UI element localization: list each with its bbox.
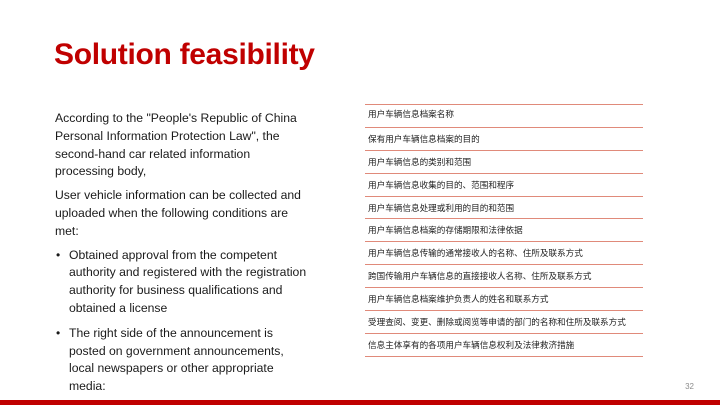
table-row: 跨国传输用户车辆信息的直接接收人名称、住所及联系方式 [365,265,643,289]
slide: Solution feasibility According to the "P… [0,0,720,405]
bottom-accent-bar [0,400,720,405]
table-row: 用户车辆信息档案的存储期限和法律依据 [365,219,643,243]
page-number: 32 [685,382,694,391]
info-table: 用户车辆信息档案名称 保有用户车辆信息档案的目的 用户车辆信息的类别和范围 用户… [365,104,643,357]
slide-title: Solution feasibility [54,38,315,71]
table-row: 用户车辆信息的类别和范围 [365,151,643,174]
table-row: 受理查阅、变更、删除或阅览等申请的部门的名称和住所及联系方式 [365,311,643,334]
table-row: 用户车辆信息档案名称 [365,105,643,128]
body-text: According to the "People's Republic of C… [55,110,310,403]
table-row: 用户车辆信息传输的通常接收人的名称、住所及联系方式 [365,242,643,266]
bullet-item: • The right side of the announcement is … [56,325,310,396]
table-row: 用户车辆信息收集的目的、范围和程序 [365,174,643,197]
table-row: 用户车辆信息处理或利用的目的和范围 [365,197,643,220]
table-row: 用户车辆信息档案维护负责人的姓名和联系方式 [365,288,643,312]
bullet-dot-icon: • [56,247,61,262]
table-row: 信息主体享有的各项用户车辆信息权利及法律救济措施 [365,334,643,357]
paragraph-intro: According to the "People's Republic of C… [55,111,297,179]
bullet-item: • Obtained approval from the competent a… [56,247,310,318]
table-row: 保有用户车辆信息档案的目的 [365,128,643,151]
paragraph-conditions: User vehicle information can be collecte… [55,188,301,238]
bullet-text: The right side of the announcement is po… [69,325,284,394]
bullet-dot-icon: • [56,325,61,340]
bullet-text: Obtained approval from the competent aut… [69,247,307,315]
bullet-list: • Obtained approval from the competent a… [55,247,310,396]
